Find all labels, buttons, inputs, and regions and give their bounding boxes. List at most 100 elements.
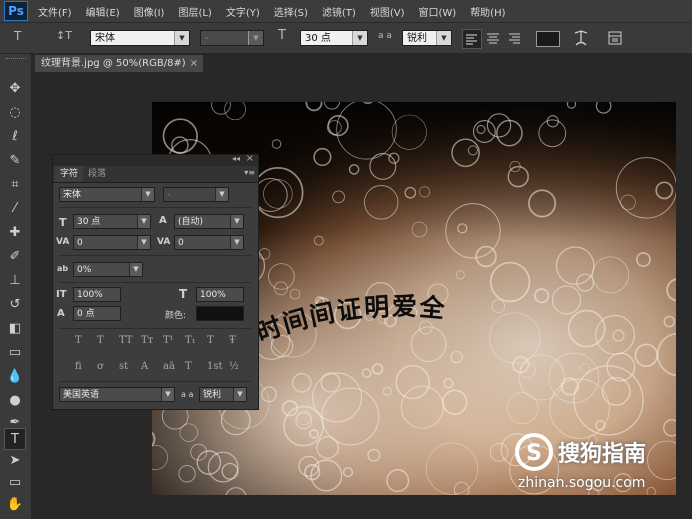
panel-font-style-select[interactable]: - ▼: [163, 187, 229, 202]
clone-stamp-tool-icon[interactable]: ⊥: [4, 270, 26, 292]
chevron-down-icon: ▼: [141, 188, 154, 201]
antialias-select[interactable]: 锐利 ▼: [402, 30, 452, 46]
opentype-button-5[interactable]: T: [185, 361, 192, 372]
eraser-tool-icon[interactable]: ◧: [4, 318, 26, 340]
toolbox-grip[interactable]: [6, 58, 26, 64]
opentype-button-1[interactable]: ơ: [97, 361, 103, 372]
divider: [59, 381, 251, 382]
style-button-2[interactable]: TT: [119, 335, 133, 346]
path-select-tool-icon[interactable]: ➤: [4, 450, 26, 472]
brush-tool-icon[interactable]: ✐: [4, 246, 26, 268]
scale-ratio-select[interactable]: 0% ▼: [73, 262, 143, 277]
opentype-button-4[interactable]: aā: [163, 361, 175, 372]
menu-type[interactable]: 文字(Y): [226, 4, 260, 19]
tab-paragraph[interactable]: 段落: [83, 166, 111, 182]
menu-window[interactable]: 窗口(W): [418, 4, 456, 19]
horizontal-scale-input[interactable]: 100%: [196, 287, 244, 302]
chevron-down-icon: ▼: [230, 215, 243, 228]
vertical-scale-icon: IT: [56, 289, 67, 300]
font-size-icon: T: [278, 28, 286, 43]
eyedropper-tool-icon[interactable]: ⁄: [4, 198, 26, 220]
close-icon[interactable]: ×: [246, 153, 254, 164]
crop-tool-icon[interactable]: ⌗: [4, 174, 26, 196]
style-button-3[interactable]: Tт: [141, 335, 153, 346]
type-tool-icon[interactable]: T: [4, 428, 26, 450]
blur-tool-icon[interactable]: 💧: [4, 366, 26, 388]
chevron-down-icon: ▼: [215, 188, 228, 201]
align-center-button[interactable]: [484, 29, 502, 47]
style-button-4[interactable]: T¹: [163, 335, 174, 346]
history-brush-tool-icon[interactable]: ↺: [4, 294, 26, 316]
panel-tabs: 字符 段落 ▾≡: [53, 166, 258, 183]
chevron-down-icon: ▼: [230, 236, 243, 249]
document-tab[interactable]: 纹理背景.jpg @ 50%(RGB/8#) ×: [35, 55, 203, 72]
panel-header[interactable]: ◂◂ ×: [53, 153, 258, 166]
watermark-url: zhinan.sogou.com: [518, 475, 646, 491]
menu-edit[interactable]: 编辑(E): [86, 4, 120, 19]
lasso-tool-icon[interactable]: ℓ: [4, 126, 26, 148]
quick-select-tool-icon[interactable]: ✎: [4, 150, 26, 172]
warp-text-icon[interactable]: [572, 28, 590, 48]
panel-antialias-select[interactable]: 锐利 ▼: [199, 387, 247, 402]
baseline-shift-icon: A: [57, 308, 65, 319]
menu-filter[interactable]: 滤镜(T): [322, 4, 356, 19]
menu-help[interactable]: 帮助(H): [470, 4, 505, 19]
antialias-icon: a a: [181, 390, 194, 399]
horizontal-scale-icon: T: [179, 287, 188, 301]
style-button-1[interactable]: T: [97, 335, 104, 346]
menu-view[interactable]: 视图(V): [370, 4, 405, 19]
font-size-select[interactable]: 30 点 ▼: [300, 30, 368, 46]
text-color-swatch[interactable]: [536, 31, 560, 47]
chevron-down-icon: ▼: [161, 388, 174, 401]
panel-font-family-select[interactable]: 宋体 ▼: [59, 187, 155, 202]
tab-character[interactable]: 字符: [55, 166, 84, 182]
text-orientation-icon[interactable]: ↕T: [56, 29, 72, 42]
panel-font-size-select[interactable]: 30 点 ▼: [73, 214, 151, 229]
opentype-button-3[interactable]: A: [141, 361, 148, 372]
tracking-select[interactable]: 0 ▼: [174, 235, 244, 250]
toggle-panels-icon[interactable]: [606, 29, 624, 47]
style-button-5[interactable]: T₁: [185, 335, 196, 346]
marquee-tool-icon[interactable]: ◌: [4, 102, 26, 124]
opentype-button-7[interactable]: ½: [229, 361, 239, 372]
kerning-select[interactable]: 0 ▼: [73, 235, 151, 250]
healing-brush-tool-icon[interactable]: ✚: [4, 222, 26, 244]
opentype-button-0[interactable]: fi: [75, 361, 82, 372]
shape-tool-icon[interactable]: ▭: [4, 472, 26, 494]
style-button-7[interactable]: Ŧ: [229, 335, 236, 346]
menu-select[interactable]: 选择(S): [274, 4, 308, 19]
move-tool-icon[interactable]: ✥: [4, 78, 26, 100]
style-button-0[interactable]: T: [75, 335, 82, 346]
sogou-logo: S: [514, 432, 554, 472]
toolbox: ✥ ◌ ℓ ✎ ⌗ ⁄ ✚ ✐ ⊥ ↺ ◧ ▭ 💧 ● ✒ T ➤ ▭ ✋: [0, 54, 32, 519]
language-select[interactable]: 美国英语 ▼: [59, 387, 175, 402]
menu-bar: Ps 文件(F) 编辑(E) 图像(I) 图层(L) 文字(Y) 选择(S) 滤…: [0, 0, 692, 23]
panel-menu-icon[interactable]: ▾≡: [244, 168, 255, 177]
scale-ratio-icon: ab: [57, 264, 69, 273]
photoshop-logo: Ps: [4, 1, 28, 21]
divider: [59, 207, 251, 208]
leading-select[interactable]: (自动) ▼: [174, 214, 244, 229]
vertical-scale-input[interactable]: 100%: [73, 287, 121, 302]
opentype-button-2[interactable]: st: [119, 361, 128, 372]
chevron-down-icon: ▼: [129, 263, 142, 276]
dodge-tool-icon[interactable]: ●: [4, 390, 26, 412]
baseline-shift-input[interactable]: 0 点: [73, 306, 121, 321]
font-style-select[interactable]: - ▼: [200, 30, 264, 46]
collapse-icon[interactable]: ◂◂: [232, 154, 240, 163]
gradient-tool-icon[interactable]: ▭: [4, 342, 26, 364]
menu-layer[interactable]: 图层(L): [178, 4, 211, 19]
font-family-select[interactable]: 宋体 ▼: [90, 30, 190, 46]
type-tool-preset-icon[interactable]: T: [14, 29, 21, 43]
align-left-button[interactable]: [462, 29, 482, 49]
style-button-6[interactable]: T: [207, 335, 214, 346]
align-right-button[interactable]: [505, 29, 523, 47]
color-swatch[interactable]: [196, 306, 244, 321]
menu-file[interactable]: 文件(F): [38, 4, 72, 19]
divider: [59, 282, 251, 283]
hand-tool-icon[interactable]: ✋: [4, 494, 26, 516]
menu-image[interactable]: 图像(I): [134, 4, 165, 19]
opentype-button-6[interactable]: 1st: [207, 361, 223, 372]
close-icon[interactable]: ×: [190, 55, 198, 72]
chevron-down-icon: ▼: [248, 31, 263, 45]
